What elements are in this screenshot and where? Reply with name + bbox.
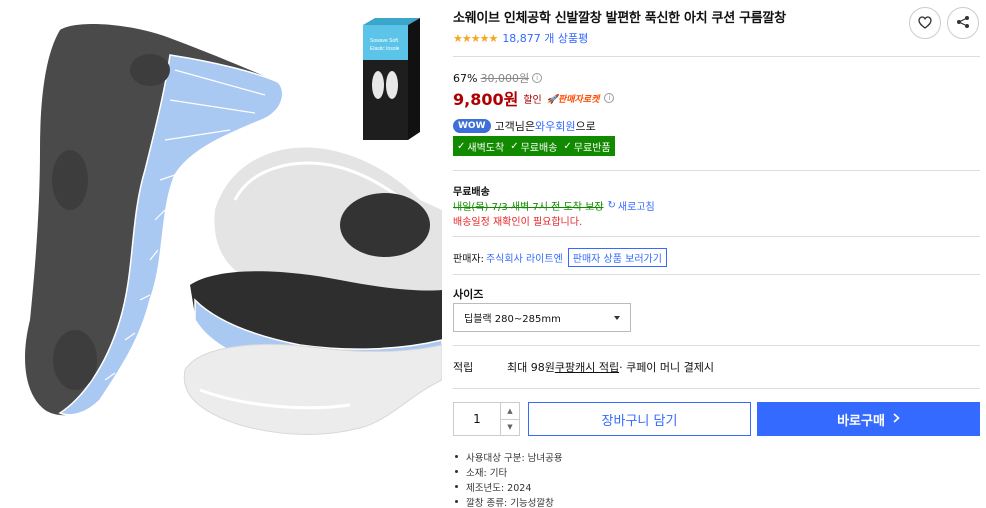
coupang-cash-link[interactable]: 쿠팡캐시 적립 [555,359,619,375]
seller-name-link[interactable]: 주식회사 라이트엔 [486,250,563,265]
review-count-link[interactable]: 18,877 개 상품평 [502,30,588,46]
membership-prefix: 고객님은 [494,120,535,133]
divider [453,170,980,171]
spec-list: 사용대상 구분: 남녀공용 소재: 기타 제조년도: 2024 깔창 종류: 기… [453,449,563,508]
heart-icon [918,14,932,33]
buy-now-label: 바로구매 [837,413,885,429]
spec-item: 소재: 기타 [453,464,563,479]
size-selected: 딥블랙 280~285mm [464,314,561,325]
share-button[interactable] [947,7,979,39]
seller-row: 판매자: 주식회사 라이트엔 판매자 상품 보러가기 [453,248,667,267]
shipping-date: 내일(목) 7/3 새벽 7시 전 도착 보장 [453,202,604,213]
price-row: 9,800원 할인 🚀판매자로켓 i [453,86,615,110]
divider [453,388,980,389]
product-info-panel: 소웨이브 인체공학 신발깔창 발편한 푹신한 아치 쿠션 구름깔창 ★★★★★ … [453,0,980,508]
chevron-down-icon: ▼ [507,423,513,432]
svg-text:Sowave Soft: Sowave Soft [370,38,399,44]
spec-item: 제조년도: 2024 [453,479,563,494]
discount-row: 67% 30,000원 i [453,70,543,86]
benefit-dawn-delivery: ✓ 새벽도착 [457,140,505,154]
insole-illustration: Sowave Soft Elastic Insole [25,18,442,435]
product-image[interactable]: Sowave Soft Elastic Insole [0,0,442,508]
divider [453,345,980,346]
favorite-button[interactable] [909,7,941,39]
membership-link[interactable]: 와우회원 [535,118,575,134]
shipping-warning: 배송일정 재확인이 필요합니다. [453,217,583,228]
refresh-button[interactable]: ↻ 새로고침 [608,198,655,213]
seller-label: 판매자: [453,254,484,265]
benefit-free-return: ✓ 무료반품 [563,140,611,154]
spec-item: 사용대상 구분: 남녀공용 [453,449,563,464]
discount-rate: 67% [453,71,478,85]
divider [453,56,980,57]
refresh-icon: ↻ [607,200,616,211]
spec-item: 깔창 종류: 기능성깔창 [453,494,563,508]
share-icon [956,14,970,33]
decrease-quantity-button[interactable]: ▼ [501,418,519,436]
check-icon: ✓ [563,140,572,152]
seller-products-button[interactable]: 판매자 상품 보러가기 [567,248,667,267]
reward-prefix: 최대 98원 [507,361,555,374]
quantity-value[interactable]: 1 [454,403,500,435]
check-icon: ✓ [457,140,466,152]
rocket-icon: 🚀 [546,94,558,105]
quantity-stepper[interactable]: 1 ▲ ▼ [453,402,520,436]
size-label: 사이즈 [453,288,484,301]
increase-quantity-button[interactable]: ▲ [501,403,519,419]
caret-down-icon [614,315,620,320]
reward-label: 적립 [453,361,474,374]
reward-row: 적립 최대 98원 쿠팡캐시 적립 · 쿠페이 머니 결제시 [453,359,980,375]
chevron-right-icon [893,412,900,427]
add-to-cart-button[interactable]: 장바구니 담기 [528,402,751,436]
product-title: 소웨이브 인체공학 신발깔창 발편한 푹신한 아치 쿠션 구름깔창 [453,11,786,26]
shipping-title: 무료배송 [453,187,490,198]
shipping-date-row: 내일(목) 7/3 새벽 7시 전 도착 보장 ↻ 새로고침 [453,198,655,213]
original-price: 30,000원 [480,72,530,85]
divider [453,236,980,237]
svg-text:Elastic Insole: Elastic Insole [370,46,400,52]
quantity-arrows: ▲ ▼ [500,403,519,435]
seller-rocket-badge: 🚀판매자로켓 [547,92,600,105]
sale-price: 9,800원 [453,90,519,109]
reward-suffix: · 쿠페이 머니 결제시 [619,361,715,374]
size-dropdown[interactable]: 딥블랙 280~285mm [453,303,631,332]
membership-row: WOW 고객님은 와우회원 으로 [453,118,596,134]
sale-tag: 할인 [523,94,542,106]
seller-rocket-label: 판매자로켓 [557,94,600,105]
buy-now-button[interactable]: 바로구매 [757,402,980,436]
membership-suffix: 으로 [575,120,596,133]
benefit-free-shipping: ✓ 무료배송 [510,140,558,154]
check-icon: ✓ [510,140,519,152]
wow-badge: WOW [453,119,491,133]
divider [453,274,980,275]
chevron-up-icon: ▲ [507,406,513,415]
benefit-bar: ✓ 새벽도착 ✓ 무료배송 ✓ 무료반품 [453,136,615,156]
info-icon[interactable]: i [604,93,615,103]
refresh-label: 새로고침 [617,202,655,213]
info-icon[interactable]: i [532,73,543,83]
rating-stars: ★★★★★ [453,31,498,45]
rating-row: ★★★★★ 18,877 개 상품평 [453,30,588,46]
